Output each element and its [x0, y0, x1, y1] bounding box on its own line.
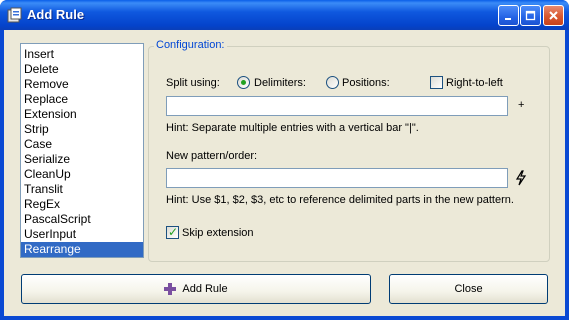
rule-item-cleanup[interactable]: CleanUp [21, 167, 143, 182]
rule-item-extension[interactable]: Extension [21, 107, 143, 122]
rule-item-strip[interactable]: Strip [21, 122, 143, 137]
close-label: Close [454, 283, 483, 295]
rule-item-translit[interactable]: Translit [21, 182, 143, 197]
positions-label[interactable]: Positions: [342, 77, 390, 89]
lightning-icon[interactable] [514, 170, 528, 186]
add-rule-button[interactable]: Add Rule [21, 274, 371, 304]
new-pattern-input[interactable] [166, 168, 508, 188]
rule-item-pascalscript[interactable]: PascalScript [21, 212, 143, 227]
positions-radio[interactable] [326, 76, 339, 89]
minimize-button[interactable] [498, 5, 519, 26]
maximize-button[interactable] [520, 5, 541, 26]
rule-item-serialize[interactable]: Serialize [21, 152, 143, 167]
rule-item-delete[interactable]: Delete [21, 62, 143, 77]
minimize-icon [505, 18, 511, 20]
rule-item-insert[interactable]: Insert [21, 47, 143, 62]
delimiters-label[interactable]: Delimiters: [254, 77, 306, 89]
add-rule-label: Add Rule [182, 283, 228, 295]
pattern-hint: Hint: Use $1, $2, $3, etc to reference d… [166, 194, 514, 206]
title-bar[interactable]: Add Rule [0, 0, 569, 30]
configuration-legend: Configuration: [154, 39, 227, 51]
rule-item-rearrange[interactable]: Rearrange [21, 242, 143, 257]
app-icon [7, 7, 22, 23]
maximize-icon [525, 10, 536, 21]
split-using-label: Split using: [166, 77, 220, 89]
add-delimiter-button[interactable]: + [518, 99, 524, 111]
split-input[interactable] [166, 96, 508, 116]
right-to-left-label[interactable]: Right-to-left [446, 77, 503, 89]
close-button[interactable]: Close [389, 274, 548, 304]
rule-type-list[interactable]: Insert Delete Remove Replace Extension Strip C… [20, 43, 144, 258]
close-window-button[interactable] [543, 5, 564, 26]
rule-item-remove[interactable]: Remove [21, 77, 143, 92]
rule-item-userinput[interactable]: UserInput [21, 227, 143, 242]
new-pattern-label: New pattern/order: [166, 150, 258, 162]
rule-item-case[interactable]: Case [21, 137, 143, 152]
split-hint: Hint: Separate multiple entries with a v… [166, 122, 419, 134]
skip-extension-checkbox[interactable]: ✓ [166, 225, 179, 239]
rule-item-replace[interactable]: Replace [21, 92, 143, 107]
rule-item-regex[interactable]: RegEx [21, 197, 143, 212]
right-to-left-checkbox[interactable] [430, 76, 443, 89]
dialog-body: Insert Delete Remove Replace Extension Strip C… [4, 30, 565, 316]
close-icon [549, 11, 558, 20]
window-title: Add Rule [27, 7, 85, 22]
skip-extension-label[interactable]: Skip extension [182, 227, 254, 239]
add-rule-window: Add Rule Insert Delete Remove Replace Extens… [0, 0, 569, 320]
delimiters-radio[interactable] [237, 76, 250, 89]
plus-icon [164, 283, 177, 295]
checkmark-icon: ✓ [168, 225, 179, 239]
